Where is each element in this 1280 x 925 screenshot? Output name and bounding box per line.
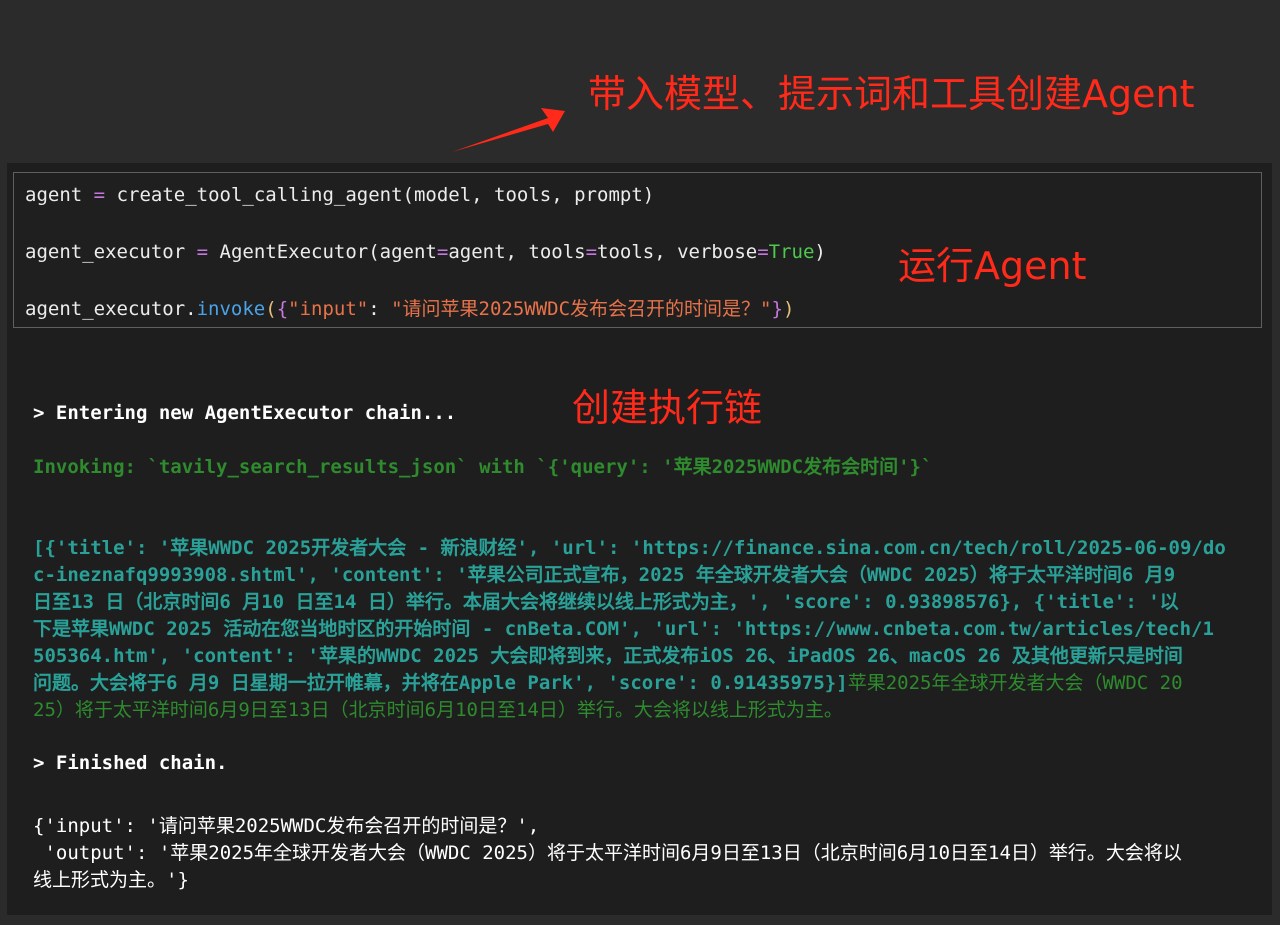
output-result-line-2: c-ineznafq9993908.shtml', 'content': '苹果… bbox=[33, 564, 1176, 586]
output-entering-chain: > Entering new AgentExecutor chain... bbox=[33, 402, 457, 424]
annotation-create-agent: 带入模型、提示词和工具创建Agent bbox=[588, 72, 1195, 116]
output-final-line-1: {'input': '请问苹果2025WWDC发布会召开的时间是？', bbox=[33, 815, 540, 837]
output-result-line-1: [{'title': '苹果WWDC 2025开发者大会 - 新浪财经', 'u… bbox=[33, 537, 1226, 559]
code-line-2: agent_executor = AgentExecutor(agent=age… bbox=[25, 241, 826, 263]
output-result-line-6: 问题。大会将于6 月9 日星期一拉开帷幕，并将在Apple Park', 'sc… bbox=[33, 672, 1183, 694]
output-result-line-3: 日至13 日（北京时间6 月10 日至14 日）举行。本届大会将继续以线上形式为… bbox=[33, 591, 1179, 613]
annotation-run-agent: 运行Agent bbox=[898, 244, 1087, 288]
output-result-line-4: 下是苹果WWDC 2025 活动在您当地时区的开始时间 - cnBeta.COM… bbox=[33, 618, 1214, 640]
output-final-line-3: 线上形式为主。'} bbox=[33, 869, 189, 891]
output-finished-chain: > Finished chain. bbox=[33, 752, 228, 774]
arrow-create-agent bbox=[452, 108, 565, 152]
annotation-create-chain: 创建执行链 bbox=[572, 386, 763, 430]
code-line-1: agent = create_tool_calling_agent(model,… bbox=[25, 184, 655, 206]
output-invoking: Invoking: `tavily_search_results_json` w… bbox=[33, 456, 933, 478]
output-green-line: 25）将于太平洋时间6月9日至13日（北京时间6月10日至14日）举行。大会将以… bbox=[33, 699, 843, 721]
output-result-line-5: 505364.htm', 'content': '苹果的WWDC 2025 大会… bbox=[33, 645, 1183, 667]
output-final-line-2: 'output': '苹果2025年全球开发者大会（WWDC 2025）将于太平… bbox=[33, 842, 1182, 864]
code-line-3: agent_executor.invoke({"input": "请问苹果202… bbox=[25, 298, 795, 320]
